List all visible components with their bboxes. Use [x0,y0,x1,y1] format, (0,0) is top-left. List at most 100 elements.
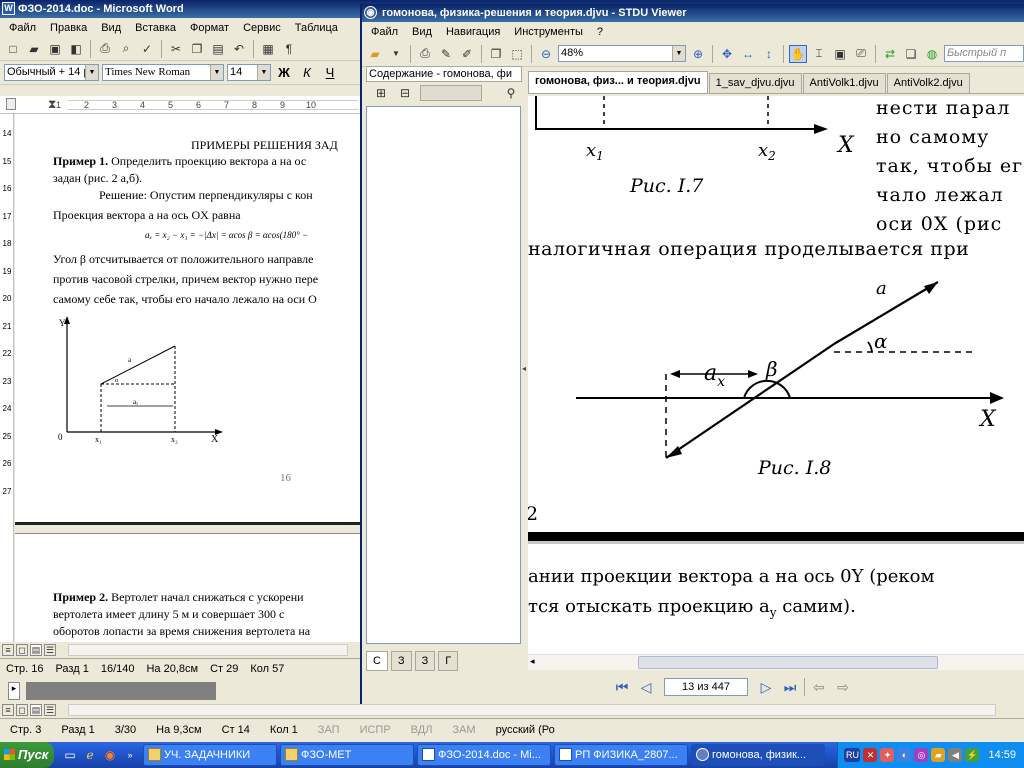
italic-button[interactable]: К [297,64,317,82]
task-fzo-met[interactable]: ФЗО-МЕТ [280,744,414,766]
globe-icon[interactable]: ◍ [923,45,941,63]
back-icon[interactable]: ⇦ [807,679,831,696]
chevron-down-icon[interactable]: ▼ [387,45,405,63]
style-select[interactable]: Обычный + 14 р ▼ [4,64,99,81]
print-icon[interactable]: ⎙ [96,40,114,58]
task-fzo-2014-doc[interactable]: ФЗО-2014.doc - Mi... [417,744,551,766]
stdu-menu-navigation[interactable]: Навигация [439,26,507,38]
network-icon[interactable]: ◐ [897,748,912,762]
zoom-select[interactable]: 48% ▼ [558,45,686,62]
forward-icon[interactable]: ⇨ [831,679,855,696]
quicklaunch-more-icon[interactable]: » [120,746,140,764]
copy-icon[interactable]: ❐ [487,45,505,63]
print-preview-icon[interactable]: ⌕ [117,40,135,58]
print-icon[interactable]: ⎙ [416,45,434,63]
start-button[interactable]: Пуск [0,742,54,768]
task-uch-zadachniki[interactable]: УЧ. ЗАДАЧНИКИ [143,744,277,766]
folder-tray-icon[interactable]: ▰ [931,748,946,762]
table-icon[interactable]: ▦ [259,40,277,58]
font-select[interactable]: Times New Roman ▼ [102,64,224,81]
antivirus-icon[interactable]: ✕ [863,748,878,762]
fit-height-icon[interactable]: ↕ [760,45,778,63]
stdu-document-view[interactable]: x1 x2 X Рис. I.7 a α ax β X Рис. I.8 2 н… [528,96,1024,668]
status2-mode-extend[interactable]: ВДЛ [401,724,443,736]
word-menu-format[interactable]: Формат [183,22,236,34]
zoom-out-icon[interactable]: ⊖ [537,45,555,63]
stdu-menu-view[interactable]: Вид [405,26,439,38]
word-horizontal-scrollbar[interactable] [68,644,348,656]
contents-panel-tab[interactable]: Содержание - гомонова, фи [366,66,522,82]
stdu-titlebar[interactable]: ◉ гомонова, физика-решения и теория.djvu… [362,4,1024,22]
panel-tab-bookmarks[interactable]: З [390,651,412,671]
task-rp-fizika[interactable]: РП ФИЗИКА_2807... [554,744,688,766]
show-desktop-icon[interactable]: ▭ [60,746,80,764]
status2-mode-overtype[interactable]: ЗАМ [442,724,485,736]
word-menu-insert[interactable]: Вставка [128,22,183,34]
paste-icon[interactable]: ▤ [209,40,227,58]
normal-view-icon[interactable]: ≡ [2,704,14,716]
underline-button[interactable]: Ч [320,64,340,82]
stdu-menu-help[interactable]: ? [590,26,610,38]
prev-page-icon[interactable]: ◁ [634,679,658,696]
status2-mode-track[interactable]: ИСПР [350,724,401,736]
word-menu-tools[interactable]: Сервис [236,22,288,34]
hand-tool-icon[interactable]: ✋ [789,44,807,63]
panel-tab-thumbnails[interactable]: З [414,651,436,671]
firefox-icon[interactable]: ◉ [100,746,120,764]
text-select-icon[interactable]: ⌶ [810,45,828,63]
fit-width-icon[interactable]: ↔ [739,45,757,63]
bold-button[interactable]: Ж [274,64,294,82]
word-vertical-ruler[interactable]: 14 15 16 17 18 19 20 21 22 23 24 25 26 2… [0,114,14,642]
outline-view-icon[interactable]: ☰ [44,644,56,656]
zoom-in-icon[interactable]: ⊕ [689,45,707,63]
snapshot-icon[interactable]: ⎚ [852,45,870,63]
normal-view-icon[interactable]: ≡ [2,644,14,656]
safely-remove-icon[interactable]: ⚡ [965,748,980,762]
page-number-input[interactable]: 13 из 447 [664,678,748,696]
scroll-left-icon[interactable]: ◂ [530,656,535,667]
outline-view-icon[interactable]: ☰ [44,704,56,716]
edit-icon[interactable]: ✎ [437,45,455,63]
print-layout-icon[interactable]: ▤ [30,644,42,656]
show-formatting-icon[interactable]: ¶ [280,40,298,58]
panel-tab-contents[interactable]: С [366,651,388,671]
volume-icon[interactable]: ◀ [948,748,963,762]
word-horizontal-ruler[interactable]: ⧗ 1 2 3 4 5 6 7 8 9 10 [0,96,360,114]
web-view-icon[interactable]: ◻ [16,704,28,716]
font-size-select[interactable]: 14 ▼ [227,64,271,81]
next-page-icon[interactable]: ▷ [754,679,778,696]
word-document-page[interactable]: ПРИМЕРЫ РЕШЕНИЯ ЗАД Пример 1. Определить… [15,114,360,642]
image-select-icon[interactable]: ▣ [831,45,849,63]
second-word-scrollbar[interactable] [68,704,996,716]
open-folder-icon[interactable]: ▰ [25,40,43,58]
tab-antivolk1[interactable]: AntiVolk1.djvu [802,73,886,93]
save-icon[interactable]: ▣ [46,40,64,58]
tray-app2-icon[interactable]: ◎ [914,748,929,762]
contents-search-box[interactable] [420,85,482,101]
word-menu-edit[interactable]: Правка [43,22,94,34]
open-folder-icon[interactable]: ▰ [366,45,384,63]
status2-mode-rec[interactable]: ЗАП [308,724,350,736]
task-gomonova[interactable]: гомонова, физик... [691,744,825,766]
tab-antivolk2[interactable]: AntiVolk2.djvu [886,73,970,93]
panel-tab-search[interactable]: Г [438,651,459,671]
tab-sav[interactable]: 1_sav_djvu.djvu [708,73,802,93]
web-view-icon[interactable]: ◻ [16,644,28,656]
cut-icon[interactable]: ✂ [167,40,185,58]
quick-search-input[interactable]: Быстрый п [944,45,1024,62]
pencil-icon[interactable]: ✐ [458,45,476,63]
last-page-icon[interactable]: ⏭ [778,679,802,696]
internet-explorer-icon[interactable]: ℯ [80,746,100,764]
binoculars-icon[interactable]: ⚲ [502,84,520,102]
select-icon[interactable]: ⬚ [508,45,526,63]
language-indicator[interactable]: RU [844,748,861,762]
copy-icon[interactable]: ❐ [188,40,206,58]
word-menu-table[interactable]: Таблица [288,22,345,34]
stdu-horizontal-scrollbar[interactable]: ◂ [528,654,1024,670]
scrollbar-thumb[interactable] [638,656,938,669]
tab-stop-selector[interactable] [6,98,16,110]
contents-tree[interactable] [366,106,521,644]
expand-icon[interactable]: ⊞ [372,84,390,102]
stdu-menu-file[interactable]: Файл [364,26,405,38]
fit-page-icon[interactable]: ✥ [718,45,736,63]
